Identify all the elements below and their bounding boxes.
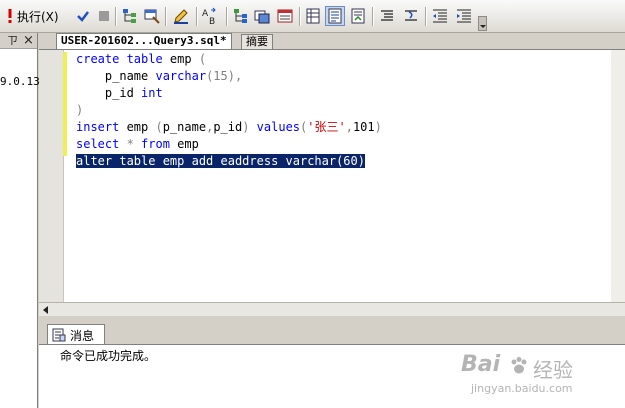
code-line[interactable]: ) (76, 102, 382, 119)
code-line[interactable]: insert emp (p_name,p_id) values('张三',101… (76, 119, 382, 136)
include-actual-plan-button[interactable] (231, 6, 251, 26)
designer-icon (144, 9, 160, 24)
code-token: int (141, 86, 163, 100)
code-token: from (141, 137, 178, 151)
uncomment-button[interactable] (401, 6, 421, 26)
svg-text:A: A (202, 9, 209, 19)
editor-gutter (39, 50, 64, 302)
watermark-brand-cn: 经验 (533, 358, 573, 382)
text-results-icon (328, 8, 342, 24)
results-to-text-button[interactable] (275, 6, 295, 26)
cancel-query-button[interactable] (94, 6, 114, 26)
code-line[interactable]: alter table emp add eaddress varchar(60) (76, 153, 382, 170)
code-token: (15), (206, 69, 243, 83)
specify-template-values-button[interactable] (171, 6, 191, 26)
comment-out-button[interactable] (377, 6, 397, 26)
messages-tab-label: 消息 (70, 328, 95, 343)
baidu-jingyan-watermark: Bai 经验 jingyan.baidu.com (461, 352, 611, 402)
stop-icon (99, 11, 109, 21)
results-tab-strip: 消息 (39, 322, 625, 345)
pin-icon[interactable]: ㄗ (7, 33, 18, 48)
parse-button[interactable] (73, 6, 93, 26)
object-explorer-panel: ㄗ × 9.0.13 (0, 33, 40, 408)
code-line[interactable]: p_name varchar(15), (76, 68, 382, 85)
increase-indent-button[interactable] (454, 6, 474, 26)
tab-query3[interactable]: USER-201602...Query3.sql* (56, 33, 232, 49)
grid-icon (306, 8, 320, 24)
code-token: insert (76, 120, 127, 134)
decrease-indent-button[interactable] (430, 6, 450, 26)
code-token: * (126, 137, 142, 151)
close-icon[interactable]: × (23, 33, 34, 48)
code-token: select (76, 137, 127, 151)
execute-label: 执行(X) (17, 9, 59, 24)
code-token: p_id (76, 86, 142, 100)
code-line[interactable]: create table emp ( (76, 51, 382, 68)
code-token: create table (76, 52, 170, 66)
code-token: emp (177, 137, 199, 151)
plan-tree-icon (123, 9, 136, 23)
code-token: 101 (352, 120, 375, 134)
ab-icon: AB (202, 7, 216, 25)
change-tracking-bar (63, 52, 67, 156)
result-message: 命令已成功完成。 (60, 349, 157, 363)
client-statistics-button[interactable] (252, 6, 272, 26)
outdent-icon (433, 9, 447, 23)
code-token: ) (242, 120, 257, 134)
comment-lines-icon (381, 10, 393, 21)
code-token: emp (126, 120, 156, 134)
code-token: p_name (162, 120, 207, 134)
code-token: p_name (76, 69, 156, 83)
actual-plan-icon (234, 9, 247, 23)
edit-pencil-icon (174, 9, 188, 24)
watermark-url: jingyan.baidu.com (471, 382, 573, 395)
results-to-grid-button[interactable] (303, 6, 323, 26)
code-token: p_id (213, 120, 243, 134)
tab-summary[interactable]: 摘要 (241, 34, 273, 49)
display-estimated-plan-button[interactable] (120, 6, 140, 26)
object-explorer-header: ㄗ × (0, 33, 37, 49)
indent-icon (457, 9, 471, 23)
file-results-icon (351, 8, 365, 24)
code-token: ) (374, 120, 382, 134)
tab-messages[interactable]: 消息 (47, 324, 105, 345)
query-editor[interactable]: create table emp ( p_name varchar(15), p… (39, 49, 625, 302)
paw-icon (511, 357, 527, 374)
code-line[interactable]: p_id int (76, 85, 382, 102)
checkmark-icon (77, 11, 89, 22)
execute-button[interactable]: 执行(X) (6, 6, 59, 26)
uncomment-lines-icon (405, 10, 417, 21)
messages-icon (52, 328, 66, 342)
intellisense-button[interactable]: AB (200, 6, 220, 26)
code-token: values (256, 120, 301, 134)
svg-text:B: B (209, 17, 215, 25)
code-token: varchar (155, 69, 207, 83)
code-token: ( (198, 52, 207, 66)
horizontal-scrollbar[interactable] (39, 302, 625, 316)
vertical-scrollbar[interactable] (611, 50, 625, 302)
results-grid-icon (277, 9, 293, 23)
code-token: emp (169, 52, 199, 66)
exclamation-icon (8, 9, 12, 23)
code-token: , (345, 120, 353, 134)
toolbar-overflow-chevron[interactable] (478, 16, 487, 31)
statistics-icon (254, 10, 270, 24)
sql-code[interactable]: create table emp ( p_name varchar(15), p… (76, 51, 382, 170)
code-token: '张三' (307, 120, 346, 134)
results-to-file-button[interactable] (348, 6, 368, 26)
results-to-text-toggle[interactable] (325, 6, 345, 26)
code-line[interactable]: select * from emp (76, 136, 382, 153)
query-designer-button[interactable] (142, 6, 162, 26)
server-node[interactable]: 9.0.13 (0, 75, 40, 88)
scroll-left-icon[interactable] (41, 305, 51, 315)
watermark-brand: Bai (461, 352, 501, 377)
code-token: ( (155, 120, 163, 134)
document-tab-strip: USER-201602...Query3.sql* 摘要 (39, 33, 625, 49)
sql-editor-toolbar: 执行(X) AB (0, 0, 625, 33)
code-token: ) (76, 103, 84, 117)
code-token: alter table emp add eaddress varchar(60) (76, 154, 365, 168)
